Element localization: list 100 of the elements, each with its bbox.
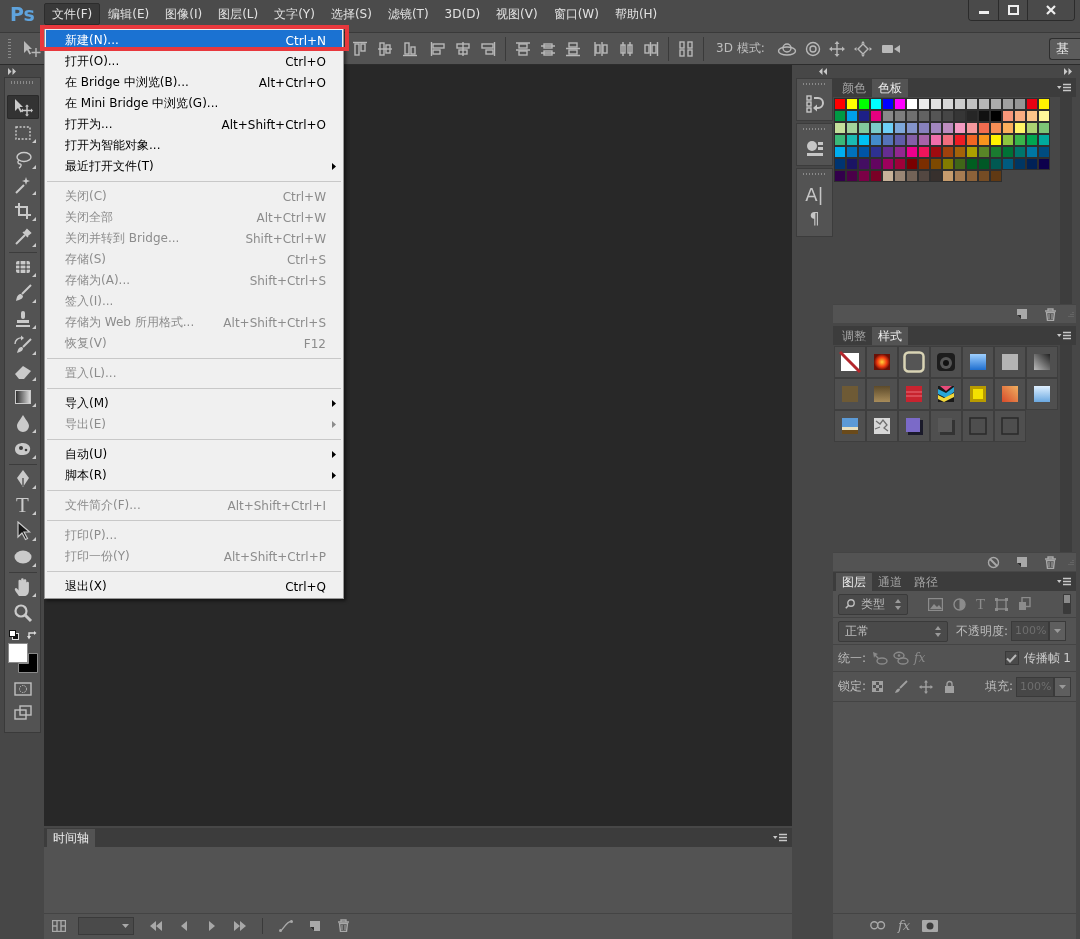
- move-icon[interactable]: [22, 39, 42, 58]
- style-tile[interactable]: [1026, 346, 1058, 378]
- color-swatch[interactable]: [1038, 158, 1050, 170]
- color-swatch[interactable]: [954, 122, 966, 134]
- color-swatch[interactable]: [954, 110, 966, 122]
- trash-icon[interactable]: [337, 919, 350, 932]
- color-swatch[interactable]: [858, 98, 870, 110]
- color-swatch[interactable]: [906, 98, 918, 110]
- color-swatch[interactable]: [918, 146, 930, 158]
- workspace-button[interactable]: 基: [1049, 37, 1080, 60]
- color-swatch[interactable]: [894, 134, 906, 146]
- tween-icon[interactable]: [279, 919, 293, 932]
- color-swatch[interactable]: [846, 134, 858, 146]
- style-tile[interactable]: [866, 410, 898, 442]
- distribute-right-icon[interactable]: [643, 40, 659, 57]
- style-tile[interactable]: [930, 410, 962, 442]
- color-swatch[interactable]: [882, 146, 894, 158]
- color-swatch[interactable]: [846, 170, 858, 182]
- menu-bar-item[interactable]: 图层(L): [210, 3, 267, 25]
- color-swatch[interactable]: [966, 146, 978, 158]
- color-swatch[interactable]: [990, 146, 1002, 158]
- menu-icon[interactable]: [1057, 83, 1071, 92]
- color-swatch[interactable]: [1038, 146, 1050, 158]
- style-tile[interactable]: [962, 378, 994, 410]
- color-swatch[interactable]: [870, 134, 882, 146]
- color-swatch[interactable]: [966, 98, 978, 110]
- menu-item[interactable]: 打开(O)... Ctrl+O: [46, 51, 342, 72]
- color-swatch[interactable]: [990, 110, 1002, 122]
- color-swatch[interactable]: [1038, 134, 1050, 146]
- color-swatch[interactable]: [882, 122, 894, 134]
- color-swatch[interactable]: [882, 98, 894, 110]
- grid-squares-icon[interactable]: [678, 40, 694, 57]
- brush-icon[interactable]: [894, 679, 909, 694]
- menu-bar-item[interactable]: 3D(D): [436, 3, 489, 25]
- dropdown-field[interactable]: [78, 916, 134, 935]
- menu-item[interactable]: 脚本(R): [46, 465, 342, 486]
- color-swatch[interactable]: [894, 110, 906, 122]
- page-icon[interactable]: [1016, 556, 1028, 568]
- color-swatch[interactable]: [1026, 158, 1038, 170]
- color-swatch[interactable]: [942, 98, 954, 110]
- color-swatch[interactable]: [1038, 122, 1050, 134]
- distribute-top-icon[interactable]: [515, 40, 531, 57]
- color-swatch[interactable]: [966, 110, 978, 122]
- color-swatch[interactable]: [990, 122, 1002, 134]
- color-swatch[interactable]: [906, 158, 918, 170]
- color-swatch[interactable]: [966, 170, 978, 182]
- color-swatch[interactable]: [978, 146, 990, 158]
- align-bottom-icon[interactable]: [402, 40, 418, 57]
- menu-bar-item[interactable]: 文件(F): [44, 3, 101, 25]
- rewind-icon[interactable]: [150, 919, 162, 932]
- align-middle-icon[interactable]: [377, 40, 393, 57]
- distribute-middle-icon[interactable]: [540, 40, 556, 57]
- style-tile[interactable]: [866, 378, 898, 410]
- diamond-arrows-icon[interactable]: [852, 40, 873, 57]
- quick-mask-icon[interactable]: [13, 682, 32, 696]
- cross-arrows-icon[interactable]: [919, 679, 934, 694]
- align-top-icon[interactable]: [352, 40, 368, 57]
- tool-button[interactable]: [6, 95, 39, 119]
- color-swatch[interactable]: [942, 122, 954, 134]
- color-swatch[interactable]: [1002, 98, 1014, 110]
- character-panel-button[interactable]: A|: [805, 185, 824, 205]
- color-swatch[interactable]: [894, 98, 906, 110]
- menu-icon[interactable]: [1057, 577, 1071, 586]
- menu-bar-item[interactable]: 文字(Y): [266, 3, 323, 25]
- menu-item[interactable]: 打开为... Alt+Shift+Ctrl+O: [46, 114, 342, 135]
- background-color-swatch[interactable]: [17, 653, 38, 673]
- blend-mode-dropdown[interactable]: 正常: [838, 620, 948, 642]
- color-swatch[interactable]: [930, 146, 942, 158]
- color-swatch[interactable]: [1014, 158, 1026, 170]
- style-tile[interactable]: [834, 410, 866, 442]
- color-swatch[interactable]: [882, 170, 894, 182]
- double-arrow-icon[interactable]: [8, 67, 16, 75]
- color-swatch[interactable]: [930, 98, 942, 110]
- color-swatch[interactable]: [834, 146, 846, 158]
- color-swatch[interactable]: [1014, 134, 1026, 146]
- style-tile[interactable]: [962, 346, 994, 378]
- color-swatch[interactable]: [942, 134, 954, 146]
- color-swatch[interactable]: [966, 158, 978, 170]
- color-swatch[interactable]: [930, 122, 942, 134]
- color-swatch[interactable]: [990, 158, 1002, 170]
- color-swatch[interactable]: [918, 122, 930, 134]
- panel-tab[interactable]: 图层: [836, 573, 872, 591]
- color-swatch[interactable]: [942, 158, 954, 170]
- half-circle-icon[interactable]: [953, 597, 966, 611]
- color-swatch[interactable]: [1026, 122, 1038, 134]
- color-swatch[interactable]: [954, 170, 966, 182]
- color-swatch[interactable]: [918, 110, 930, 122]
- arrow-layer-icon[interactable]: [872, 651, 889, 665]
- color-swatch[interactable]: [846, 158, 858, 170]
- style-tile[interactable]: [898, 410, 930, 442]
- style-tile[interactable]: [1026, 378, 1058, 410]
- color-swatch[interactable]: [918, 170, 930, 182]
- panel-tab[interactable]: 样式: [872, 327, 908, 345]
- color-swatch[interactable]: [990, 98, 1002, 110]
- menu-item[interactable]: 打开为智能对象...: [46, 135, 342, 156]
- color-swatch[interactable]: [870, 158, 882, 170]
- fast-forward-icon[interactable]: [234, 919, 246, 932]
- color-swatch[interactable]: [858, 158, 870, 170]
- color-swatch[interactable]: [1038, 110, 1050, 122]
- color-swatch[interactable]: [1026, 146, 1038, 158]
